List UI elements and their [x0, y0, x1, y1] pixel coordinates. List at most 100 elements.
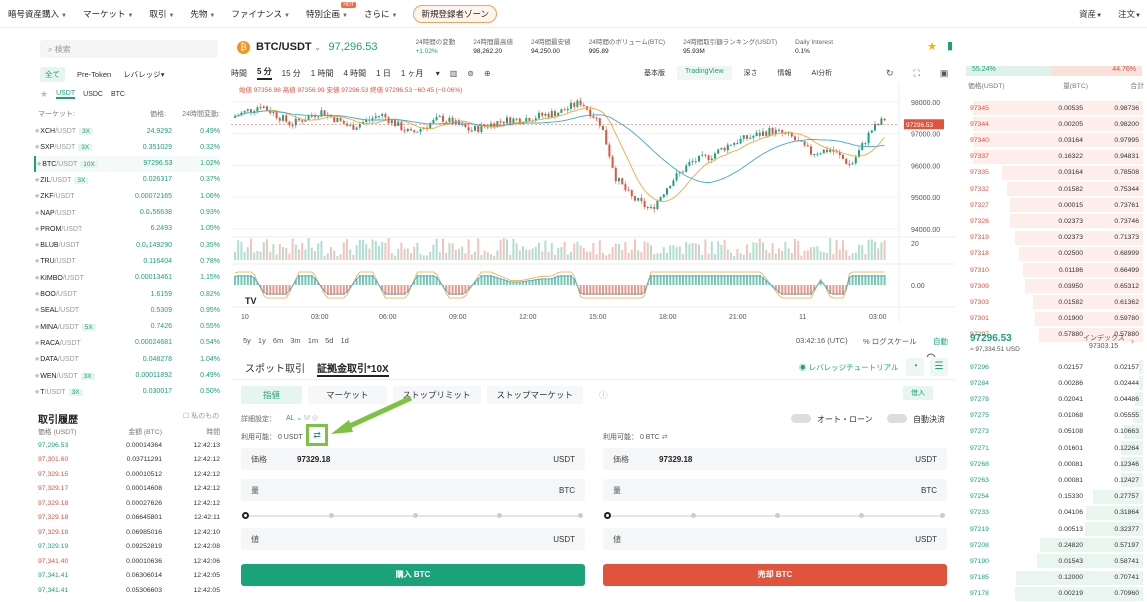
- view-info[interactable]: 情報: [770, 66, 800, 80]
- tab-margin[interactable]: 証拠金取引*10X: [317, 360, 389, 377]
- screenshot-icon[interactable]: ▣: [940, 68, 949, 79]
- interval-5m[interactable]: 5 分: [257, 66, 272, 80]
- nav-assets[interactable]: 資産▼: [1079, 8, 1102, 20]
- pair-selector[interactable]: BTC/USDT ⌄: [256, 41, 321, 53]
- market-row[interactable]: ★ZIL/USDT3X0.0263170.37%: [34, 172, 220, 188]
- reset-icon[interactable]: ↻: [886, 68, 894, 79]
- ask-row[interactable]: 973350.031640.78508: [963, 165, 1143, 181]
- interval-4h[interactable]: 4 時間: [343, 68, 366, 79]
- nav-more[interactable]: さらに▼: [364, 8, 397, 20]
- quote-tab-usdt[interactable]: USDT: [56, 90, 75, 99]
- col-price[interactable]: 価格:: [126, 109, 166, 119]
- log-scale-toggle[interactable]: % ログスケール: [863, 336, 917, 347]
- range-1y[interactable]: 1y: [258, 336, 266, 345]
- nav-orders[interactable]: 注文▼: [1118, 8, 1141, 20]
- market-row[interactable]: ★BOO/USDT1.61590.82%: [34, 286, 220, 302]
- compare-icon[interactable]: ⊕: [484, 69, 491, 78]
- leverage-tutorial-link[interactable]: ◉ レバレッジチュートリアル: [799, 362, 899, 373]
- ask-row[interactable]: 973090.039500.65312: [963, 278, 1143, 294]
- market-row[interactable]: ★ZKF/USDT0.000721651.06%: [34, 188, 220, 204]
- fullscreen-icon[interactable]: ⛶: [914, 68, 920, 79]
- buy-btc-button[interactable]: 購入 BTC: [241, 564, 585, 586]
- sell-price-field[interactable]: 価格97329.18USDT: [603, 448, 947, 470]
- interval-15m[interactable]: 15 分: [282, 68, 301, 79]
- bid-row[interactable]: 972730.051080.10663: [963, 424, 1143, 440]
- sell-total-field[interactable]: 値USDT: [603, 528, 947, 550]
- ask-row[interactable]: 973440.002050.98200: [963, 116, 1143, 132]
- market-row[interactable]: ★BLUB/USDT0.0₆1492900.35%: [34, 237, 220, 253]
- candle-type-icon[interactable]: ▥: [450, 69, 458, 78]
- bid-row[interactable]: 972080.248200.57197: [963, 537, 1143, 553]
- chevron-right-icon[interactable]: ›: [1131, 336, 1134, 346]
- market-row[interactable]: ★XCH/USDT3X24.92920.49%: [34, 123, 220, 139]
- ob-index-label[interactable]: インデックス: [1083, 333, 1125, 343]
- interval-1mo[interactable]: 1 ヶ月 ▾: [401, 68, 440, 79]
- bid-row[interactable]: 972840.002860.02444: [963, 375, 1143, 391]
- nav-buy-crypto[interactable]: 暗号資産購入▼: [8, 8, 67, 20]
- sell-amount-slider[interactable]: [607, 515, 943, 517]
- detail-settings-select[interactable]: AL ⌄ M ◎: [286, 414, 318, 422]
- range-1m[interactable]: 1m: [308, 336, 318, 345]
- market-row[interactable]: ★KIMBO/USDT0.000134611.15%: [34, 270, 220, 286]
- transfer-icon[interactable]: ⇄: [306, 424, 328, 446]
- bid-row[interactable]: 972750.010680.05555: [963, 408, 1143, 424]
- market-row[interactable]: ★SEAL/USDT0.53090.95%: [34, 302, 220, 318]
- indicator-icon[interactable]: ⊚: [467, 69, 474, 78]
- search-input[interactable]: ⌕ 検索: [40, 40, 218, 58]
- buy-amount-slider[interactable]: [245, 515, 581, 517]
- info-icon[interactable]: ⓘ: [589, 386, 618, 404]
- bid-row[interactable]: 972630.000810.12427: [963, 472, 1143, 488]
- market-row[interactable]: ★BTC/USDT10X97296.531.02%: [34, 156, 220, 172]
- nav-markets[interactable]: マーケット▼: [83, 8, 133, 20]
- market-row[interactable]: ★TRU/USDT0.1164040.78%: [34, 253, 220, 269]
- buy-total-field[interactable]: 値USDT: [241, 528, 585, 550]
- quote-tab-usdc[interactable]: USDC: [83, 91, 103, 98]
- nav-finance[interactable]: ファイナンス▼: [231, 8, 290, 20]
- market-row[interactable]: ★MINA/USDT5X0.74260.55%: [34, 319, 220, 335]
- order-type-stop-market[interactable]: ストップマーケット: [487, 386, 584, 404]
- market-row[interactable]: ★DATA/USDT0.0482781.04%: [34, 351, 220, 367]
- ask-row[interactable]: 973260.023730.73746: [963, 213, 1143, 229]
- ask-row[interactable]: 973190.023730.71373: [963, 230, 1143, 246]
- ask-row[interactable]: 973370.163220.94831: [963, 149, 1143, 165]
- price-chart[interactable]: 98000.0097000.0096000.0095000.0094000.00…: [231, 82, 955, 359]
- auto-repay-switch[interactable]: [887, 414, 907, 423]
- interval-1h[interactable]: 1 時間: [311, 68, 334, 79]
- sell-btc-button[interactable]: 売却 BTC: [603, 564, 947, 586]
- bid-row[interactable]: 972960.021570.02157: [963, 359, 1143, 375]
- ask-row[interactable]: 973450.005350.98736: [963, 100, 1143, 116]
- market-row[interactable]: ★T/USDT3X0.0300170.50%: [34, 384, 220, 400]
- bid-row[interactable]: 971780.002190.70960: [963, 586, 1143, 602]
- view-basic[interactable]: 基本版: [636, 66, 673, 80]
- my-trades-toggle[interactable]: ☐ 私のもの: [183, 411, 219, 421]
- borrow-button[interactable]: 借入: [903, 386, 933, 400]
- nav-special[interactable]: 特別企画▼HOT: [306, 8, 348, 20]
- bid-row[interactable]: 972190.005130.32377: [963, 521, 1143, 537]
- buy-qty-field[interactable]: 量BTC: [241, 479, 585, 501]
- market-row[interactable]: ★SXP/USDT3X0.3510290.32%: [34, 139, 220, 155]
- ask-row[interactable]: 973010.019000.59780: [963, 311, 1143, 327]
- sell-transfer-icon[interactable]: ⇄: [662, 434, 668, 441]
- view-depth[interactable]: 深さ: [736, 66, 766, 80]
- quote-tab-btc[interactable]: BTC: [111, 91, 125, 98]
- new-user-zone-button[interactable]: 新規登録者ゾーン: [413, 5, 497, 23]
- bid-row[interactable]: 972540.153300.27757: [963, 489, 1143, 505]
- auto-scale-toggle[interactable]: 自動: [933, 336, 948, 347]
- view-ai[interactable]: AI分析: [804, 66, 841, 80]
- market-row[interactable]: ★RACA/USDT0.000246810.54%: [34, 335, 220, 351]
- filter-pretoken[interactable]: Pre-Token: [77, 70, 111, 79]
- interval-1d[interactable]: 1 日: [376, 68, 391, 79]
- nav-futures[interactable]: 先物▼: [190, 8, 215, 20]
- favorites-star-icon[interactable]: ★: [40, 89, 48, 100]
- auto-loan-switch[interactable]: [791, 414, 811, 423]
- bid-row[interactable]: 972710.016010.12264: [963, 440, 1143, 456]
- bid-row[interactable]: 972680.000810.12346: [963, 456, 1143, 472]
- range-5y[interactable]: 5y: [243, 336, 251, 345]
- market-row[interactable]: ★WEN/USDT3X0.000118920.49%: [34, 368, 220, 384]
- filter-all[interactable]: 全て: [40, 67, 65, 82]
- ask-row[interactable]: 973180.025000.68999: [963, 246, 1143, 262]
- range-6m[interactable]: 6m: [273, 336, 283, 345]
- order-type-limit[interactable]: 指値: [241, 386, 302, 404]
- layout-icon[interactable]: ☰: [930, 358, 948, 376]
- ask-row[interactable]: 973030.015820.61362: [963, 294, 1143, 310]
